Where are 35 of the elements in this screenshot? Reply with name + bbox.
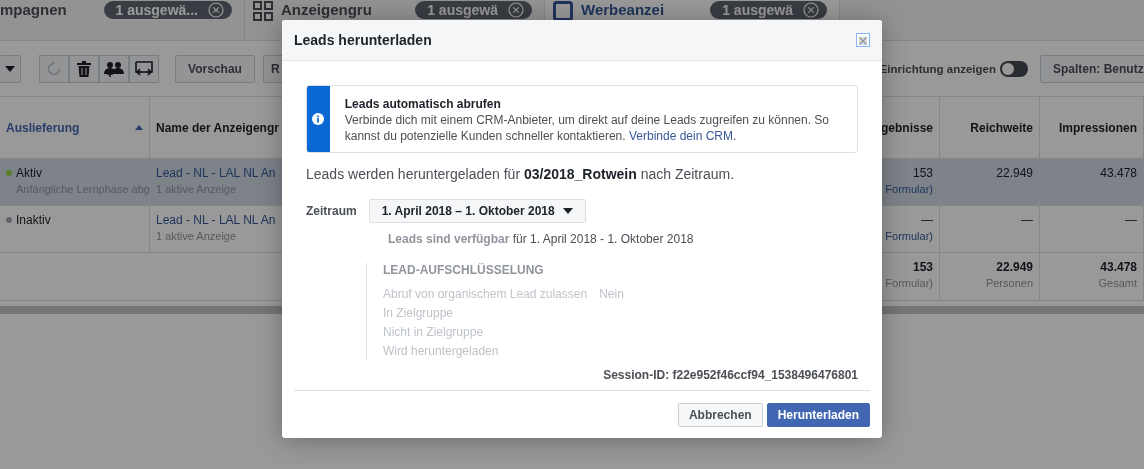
breakdown-label: Nicht in Zielgruppe: [383, 325, 484, 339]
breakdown-title: LEAD-AUFSCHLÜSSELUNG: [383, 263, 545, 277]
status-text: Inaktiv: [16, 213, 51, 227]
results-total: 153: [912, 260, 933, 274]
session-id: Session-ID: f22e952f46ccf94_1538496476801: [602, 368, 858, 382]
range-label: Zeitraum: [306, 204, 357, 218]
availability-text: Leads sind verfügbar für 1. April 2018 - 1. Oktober 2018: [388, 232, 695, 246]
setup-label: Einrichtung anzeigen: [879, 62, 996, 75]
tab-label: mpagnen: [0, 1, 67, 19]
download-description: Leads werden heruntergeladen für 03/2018_Rotwein nach Zeitraum.: [306, 166, 736, 182]
status-text: Aktiv: [16, 166, 42, 180]
breakdown-label: In Zielgruppe: [383, 306, 454, 320]
ad-count: 1 aktive Anzeige: [156, 230, 238, 242]
impressions-total: 43.478: [1100, 260, 1137, 274]
impressions-value: 43.478: [1100, 166, 1137, 180]
results-value: 153: [912, 166, 933, 180]
reach-value: —: [1021, 213, 1033, 227]
results-value: —: [921, 213, 933, 227]
info-text: Verbinde dich mit einem CRM-Anbieter, um direkt auf deine Leads zugreifen zu können. So kannst du potenzielle Kunden schneller kontaktieren. Verbinde dein CRM.: [344, 112, 831, 144]
selection-badge: 1 ausgewä: [710, 1, 827, 19]
selection-badge: 1 ausgewä: [415, 1, 532, 19]
tab-label: Anzeigengru: [281, 1, 372, 19]
selection-badge: 1 ausgewä...: [103, 1, 232, 19]
impressions-value: —: [1125, 213, 1137, 227]
reach-value: 22.949: [996, 166, 1033, 180]
breakdown-value: Nein: [599, 287, 624, 301]
tab-label: Werbeanzei: [581, 1, 665, 19]
reach-total: 22.949: [996, 260, 1033, 274]
breakdown-label: Abruf von organischem Lead zulassen: [383, 287, 588, 301]
results-type: Formular): [885, 277, 933, 289]
dialog-title: Leads herunterladen: [294, 32, 432, 48]
impressions-unit: Gesamt: [1098, 277, 1137, 289]
info-title: Leads automatisch abrufen: [344, 96, 502, 112]
breakdown-label: Wird heruntergeladen: [383, 344, 499, 358]
reach-unit: Personen: [985, 277, 1033, 289]
